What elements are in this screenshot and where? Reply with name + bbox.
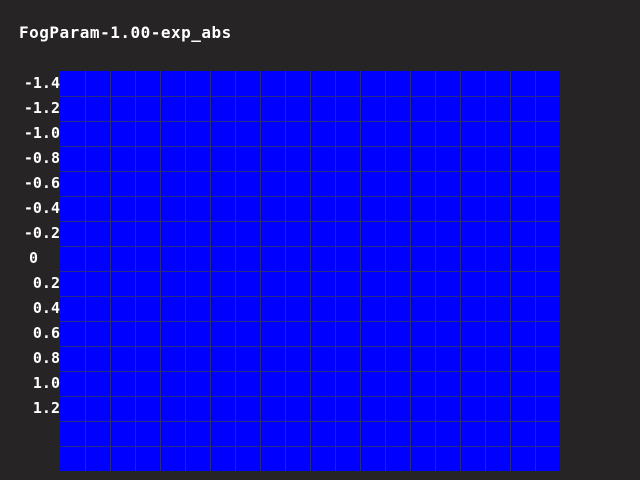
grid-horizontal-line (60, 346, 560, 347)
y-label: -0.8 (23, 149, 60, 167)
grid-horizontal-line (60, 321, 560, 322)
y-label: -1.2 (23, 99, 60, 117)
y-label: 0.6 (32, 324, 60, 342)
grid-horizontal-line (60, 371, 560, 372)
y-label: -0.2 (23, 224, 60, 242)
grid-horizontal-line (60, 271, 560, 272)
y-label: 0.4 (32, 299, 60, 317)
y-label: 1.0 (32, 374, 60, 392)
grid-horizontal-line (60, 146, 560, 147)
y-label: -0.4 (23, 199, 60, 217)
grid-horizontal-line (60, 196, 560, 197)
y-label: 0.8 (32, 349, 60, 367)
y-label: 0 (28, 249, 38, 267)
grid-horizontal-line (60, 171, 560, 172)
grid-horizontal-line (60, 421, 560, 422)
grid-horizontal-line (60, 396, 560, 397)
grid-horizontal-line (60, 296, 560, 297)
y-label: -1.0 (23, 124, 60, 142)
grid-horizontal-line (60, 246, 560, 247)
y-label: -0.6 (23, 174, 60, 192)
grid-horizontal-line (60, 96, 560, 97)
grid-horizontal-line (60, 121, 560, 122)
grid-horizontal-line (60, 221, 560, 222)
page-title: FogParam-1.00-exp_abs (19, 23, 232, 42)
y-label: -1.4 (23, 74, 60, 92)
fog-grid (60, 71, 560, 471)
grid-horizontal-line (60, 446, 560, 447)
fog-test-screen: FogParam-1.00-exp_abs -1.4 -1.2 -1.0 -0.… (0, 0, 640, 480)
y-label: 1.2 (32, 399, 60, 417)
y-label: 0.2 (32, 274, 60, 292)
